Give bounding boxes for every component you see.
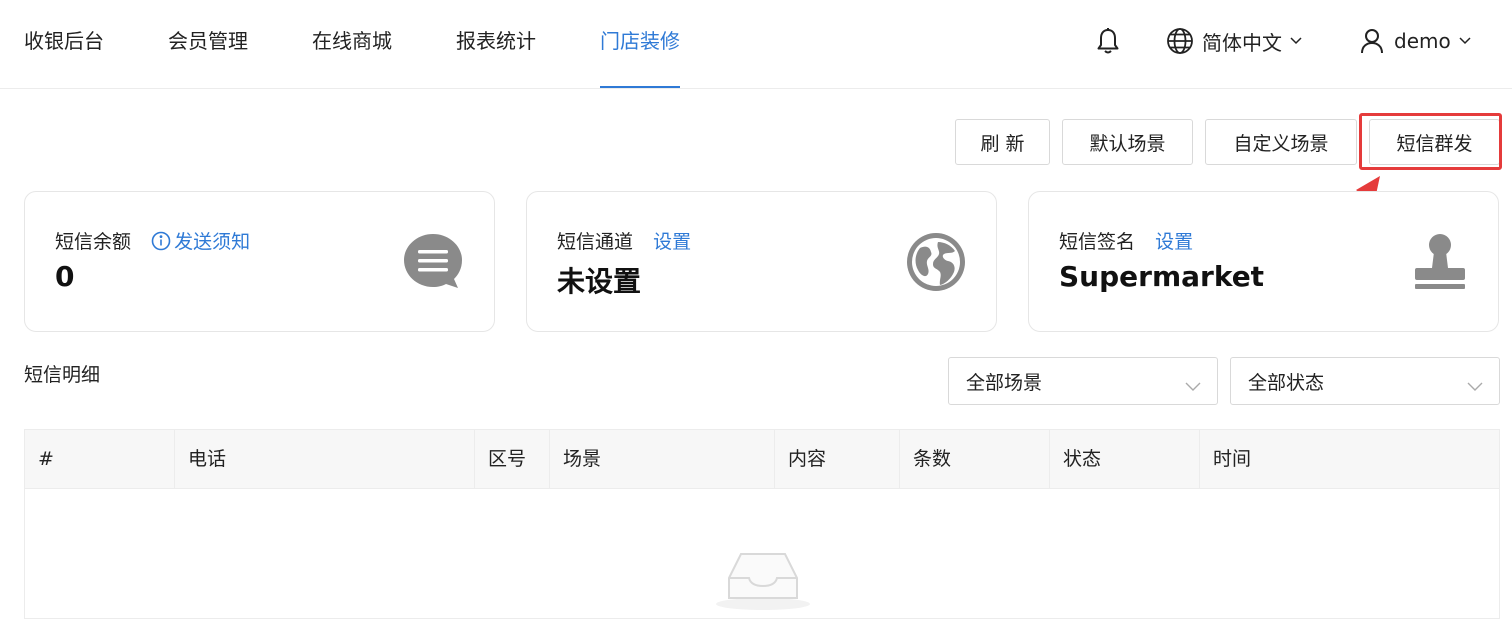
notification-button[interactable] xyxy=(1096,0,1120,82)
sms-channel-value: 未设置 xyxy=(557,265,642,298)
column-header-area-code: 区号 xyxy=(475,430,550,488)
chevron-down-icon xyxy=(1290,37,1302,45)
info-icon xyxy=(151,231,171,256)
channel-settings-link[interactable]: 设置 xyxy=(653,231,691,253)
highlight-box xyxy=(1359,113,1502,170)
column-header-count: 条数 xyxy=(900,430,1050,488)
nav-item-online-mall[interactable]: 在线商城 xyxy=(312,0,392,88)
chevron-down-icon xyxy=(1459,37,1471,45)
column-header-time: 时间 xyxy=(1213,448,1252,470)
user-name: demo xyxy=(1394,29,1451,53)
sms-details-table: # 电话 区号 场景 内容 条数 状态 时间 xyxy=(24,429,1500,619)
nav-item-store-decoration[interactable]: 门店装修 xyxy=(600,0,680,88)
column-header-content: 内容 xyxy=(775,430,900,488)
scene-filter-select[interactable]: 全部场景 xyxy=(948,357,1218,405)
language-selector[interactable]: 简体中文 xyxy=(1166,0,1302,82)
user-icon xyxy=(1360,27,1384,55)
sms-signature-card: 短信签名 设置 Supermarket xyxy=(1028,191,1499,332)
stamp-icon xyxy=(1412,232,1468,296)
column-header-status: 状态 xyxy=(1050,430,1200,488)
refresh-button[interactable]: 刷 新 xyxy=(955,119,1050,165)
language-label: 简体中文 xyxy=(1202,30,1282,55)
nav-item-cashier[interactable]: 收银后台 xyxy=(24,0,104,88)
sms-details-title: 短信明细 xyxy=(24,364,101,386)
card-label: 短信余额 xyxy=(55,231,132,253)
user-menu[interactable]: demo xyxy=(1360,0,1471,82)
globe-icon xyxy=(906,232,966,296)
status-filter-select[interactable]: 全部状态 xyxy=(1230,357,1500,405)
default-scene-button[interactable]: 默认场景 xyxy=(1062,119,1193,165)
sms-balance-card: 短信余额 发送须知 0 xyxy=(24,191,495,332)
empty-inbox-icon xyxy=(715,548,811,614)
column-header-scene: 场景 xyxy=(550,430,775,488)
nav-item-reports[interactable]: 报表统计 xyxy=(456,0,536,88)
sms-signature-value: Supermarket xyxy=(1059,260,1265,293)
chevron-down-icon xyxy=(1185,375,1201,397)
card-label: 短信签名 xyxy=(1059,231,1136,253)
card-label: 短信通道 xyxy=(557,231,634,253)
message-bubble-icon xyxy=(402,232,464,294)
sms-channel-card: 短信通道 设置 未设置 xyxy=(526,191,997,332)
column-header-index: # xyxy=(25,430,175,488)
top-navigation: 收银后台 会员管理 在线商城 报表统计 门店装修 简体中文 demo xyxy=(0,0,1512,89)
globe-icon xyxy=(1166,27,1194,55)
custom-scene-button[interactable]: 自定义场景 xyxy=(1205,119,1357,165)
nav-item-members[interactable]: 会员管理 xyxy=(168,0,248,88)
column-header-phone: 电话 xyxy=(175,430,475,488)
chevron-down-icon xyxy=(1467,375,1483,397)
signature-settings-link[interactable]: 设置 xyxy=(1155,231,1193,253)
scene-filter-value: 全部场景 xyxy=(966,371,1043,394)
table-header: # 电话 区号 场景 内容 条数 状态 时间 xyxy=(25,430,1499,489)
status-filter-value: 全部状态 xyxy=(1248,371,1325,394)
send-notice-link[interactable]: 发送须知 xyxy=(151,231,250,253)
sms-balance-value: 0 xyxy=(55,260,75,293)
bell-icon xyxy=(1096,27,1120,55)
